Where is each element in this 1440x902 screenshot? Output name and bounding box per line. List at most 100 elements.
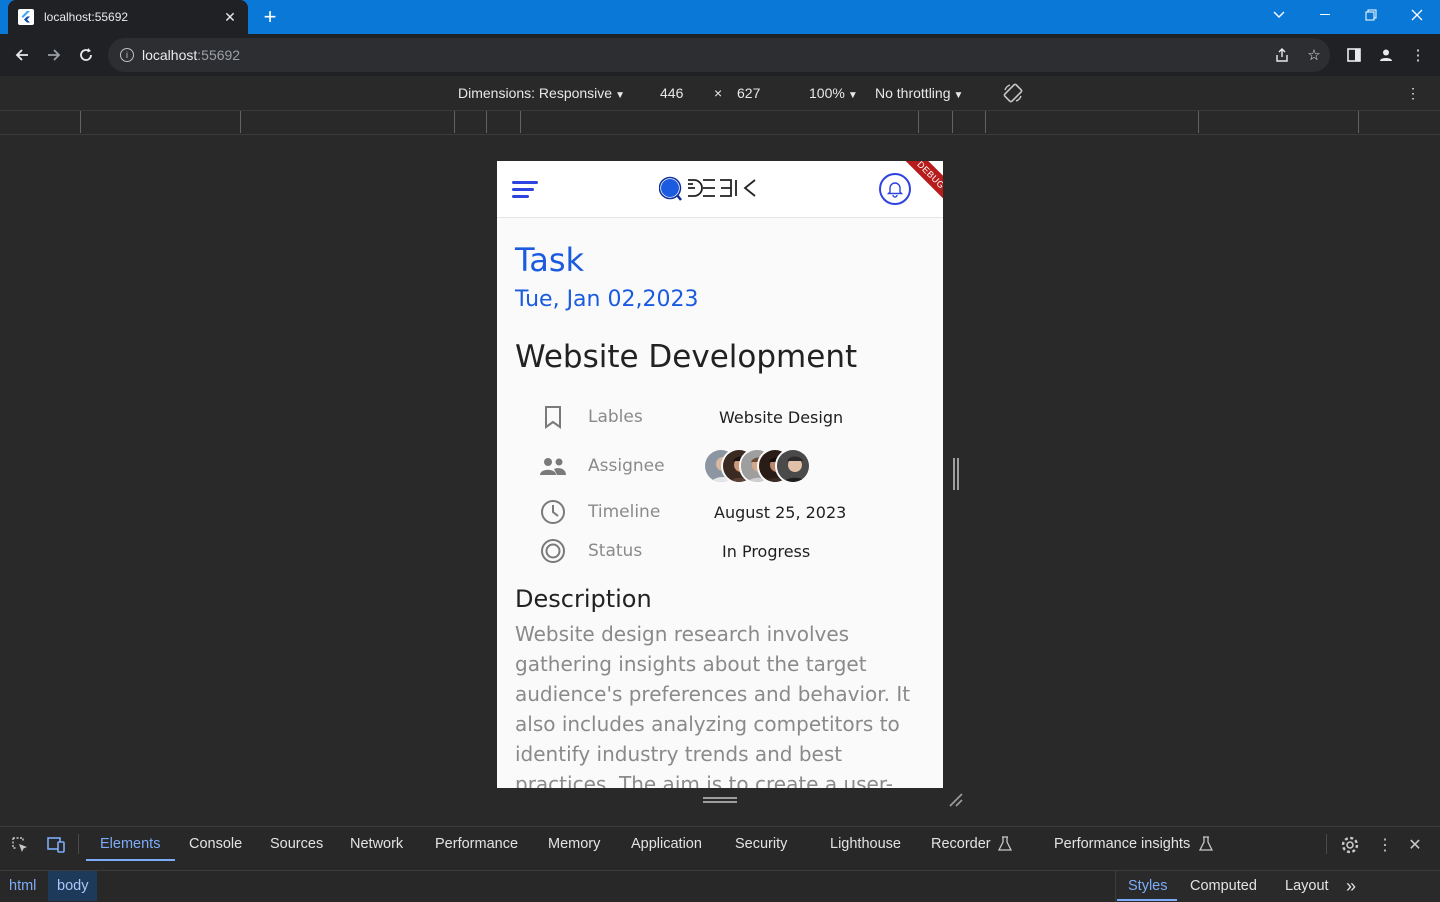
people-icon [539, 452, 567, 480]
inspect-element-icon[interactable] [9, 834, 31, 856]
ruler-tick [1358, 111, 1359, 133]
flutter-favicon-icon [18, 9, 34, 25]
active-tab-indicator [86, 859, 175, 861]
tab-recorder[interactable]: Recorder [931, 836, 991, 852]
zoom-dropdown[interactable]: 100% ▼ [809, 85, 858, 101]
breadcrumb-body[interactable]: body [48, 871, 98, 901]
tab-computed[interactable]: Computed [1190, 871, 1257, 901]
tab-title: localhost:55692 [44, 10, 129, 24]
tab-console[interactable]: Console [189, 836, 242, 852]
url-host: localhost [142, 47, 198, 63]
side-panel-icon[interactable] [1342, 43, 1366, 67]
status-ring-icon [539, 537, 567, 565]
divider [78, 834, 79, 854]
assignee-avatars[interactable] [703, 448, 823, 484]
tab-security[interactable]: Security [735, 836, 787, 852]
caret-down-icon: ▼ [953, 90, 964, 101]
ruler-tick [486, 111, 487, 133]
address-bar[interactable]: i localhost:55692 [108, 38, 1330, 72]
browser-tab[interactable]: localhost:55692 ✕ [8, 0, 248, 34]
divider [1326, 834, 1327, 854]
url-port: :55692 [197, 47, 241, 63]
timeline-field-value[interactable]: August 25, 2023 [714, 503, 846, 522]
reload-icon[interactable] [74, 43, 98, 67]
breadcrumb-html[interactable]: html [0, 871, 45, 901]
tab-styles[interactable]: Styles [1128, 871, 1168, 901]
tab-search-icon[interactable] [1256, 0, 1302, 30]
tab-performance-insights[interactable]: Performance insights [1054, 836, 1190, 852]
devtools-panel: Elements Console Sources Network Perform… [0, 826, 1440, 902]
status-field-label: Status [588, 541, 643, 561]
ruler-tick [985, 111, 986, 133]
zoom-label: 100% [809, 85, 845, 101]
ruler-tick [80, 111, 81, 133]
height-input[interactable]: 627 [737, 85, 760, 101]
ruler-tick [1198, 111, 1199, 133]
task-date: Tue, Jan 02,2023 [515, 287, 699, 312]
forward-arrow-icon[interactable] [42, 43, 66, 67]
restore-icon[interactable] [1348, 0, 1394, 30]
tab-lighthouse[interactable]: Lighthouse [830, 836, 901, 852]
tab-layout[interactable]: Layout [1285, 871, 1329, 901]
tab-elements[interactable]: Elements [100, 836, 160, 852]
active-side-tab-indicator [1117, 899, 1177, 901]
devtools-tab-bar: Elements Console Sources Network Perform… [0, 827, 1440, 861]
tab-sources[interactable]: Sources [270, 836, 323, 852]
width-input[interactable]: 446 [660, 85, 683, 101]
labels-field-label: Lables [588, 407, 643, 427]
profile-icon[interactable] [1374, 43, 1398, 67]
notification-bell-icon[interactable] [879, 173, 911, 205]
app-bar: DEBUG [497, 161, 943, 218]
viewport-resize-handle-right[interactable] [953, 458, 959, 490]
tab-network[interactable]: Network [350, 836, 403, 852]
dimensions-dropdown[interactable]: Dimensions: Responsive ▼ [458, 85, 625, 101]
caret-down-icon: ▼ [847, 90, 858, 101]
description-heading: Description [515, 585, 652, 613]
ruler-tick [240, 111, 241, 133]
menu-icon[interactable] [512, 179, 540, 201]
devtools-more-icon[interactable]: ⋮ [1374, 834, 1396, 856]
device-more-icon[interactable]: ⋮ [1406, 85, 1420, 102]
labels-field-value[interactable]: Website Design [719, 408, 843, 427]
status-field-value[interactable]: In Progress [722, 542, 810, 561]
description-body: Website design research involves gatheri… [515, 622, 911, 788]
tab-memory[interactable]: Memory [548, 836, 600, 852]
bookmark-star-icon[interactable]: ☆ [1302, 43, 1326, 67]
more-tabs-icon[interactable]: » [1346, 871, 1356, 901]
experimental-flask-icon [1195, 833, 1217, 855]
devtools-bottom-bar: html body Styles Computed Layout » [0, 870, 1440, 902]
device-toggle-icon[interactable] [45, 834, 67, 856]
ruler-tick [454, 111, 455, 133]
rotate-icon[interactable] [1002, 82, 1024, 107]
close-devtools-icon[interactable]: ✕ [1404, 834, 1426, 856]
share-icon[interactable] [1270, 43, 1294, 67]
times-symbol: × [714, 85, 723, 101]
new-tab-button[interactable]: + [258, 6, 282, 28]
tab-application[interactable]: Application [631, 836, 702, 852]
viewport-resize-handle-bottom[interactable] [703, 797, 737, 803]
more-vert-icon[interactable]: ⋮ [1406, 43, 1430, 67]
clock-icon [539, 498, 567, 526]
avatar[interactable] [775, 448, 811, 484]
ruler-tick [520, 111, 521, 133]
caret-down-icon: ▼ [615, 90, 625, 101]
settings-gear-icon[interactable] [1339, 834, 1361, 856]
browser-toolbar: i localhost:55692 ☆ ⋮ [0, 34, 1440, 76]
media-query-bar [0, 111, 1440, 135]
viewport-resize-corner-icon[interactable] [948, 792, 964, 808]
ruler-tick [952, 111, 953, 133]
bookmark-icon [539, 403, 567, 431]
device-viewport: DEBUG Task Tue, Jan 02,2023 Website Deve… [497, 161, 943, 788]
site-info-icon[interactable]: i [120, 48, 134, 62]
tab-performance[interactable]: Performance [435, 836, 518, 852]
ruler-tick [918, 111, 919, 133]
back-arrow-icon[interactable] [10, 43, 34, 67]
timeline-field-label: Timeline [588, 502, 661, 522]
tab-close-icon[interactable]: ✕ [222, 9, 238, 25]
device-toolbar: Dimensions: Responsive ▼ 446 × 627 100% ▼ … [0, 76, 1440, 111]
qdesk-logo [658, 175, 759, 205]
close-window-icon[interactable] [1394, 0, 1440, 30]
experimental-flask-icon [994, 833, 1016, 855]
throttling-dropdown[interactable]: No throttling ▼ [875, 85, 963, 101]
minimize-icon[interactable] [1302, 0, 1348, 30]
